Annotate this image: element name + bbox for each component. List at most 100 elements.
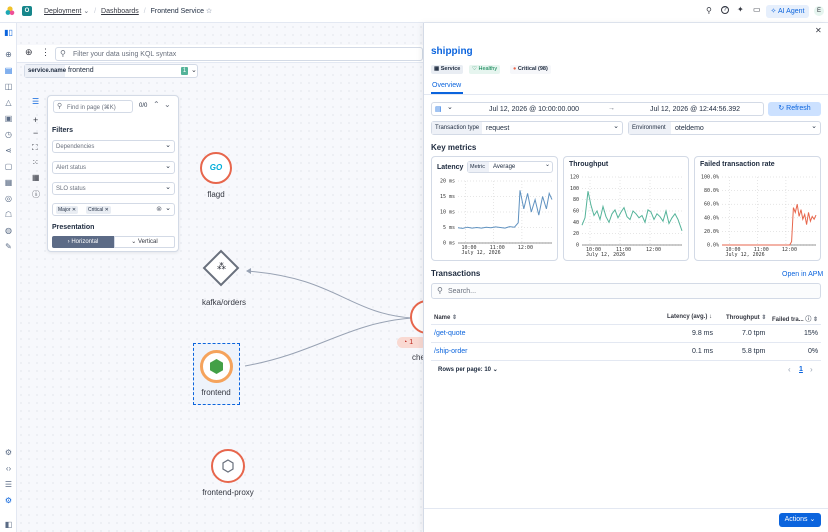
- proxy-icon: [222, 459, 234, 473]
- critical-badge: ● Critical (98): [510, 65, 551, 74]
- cases-icon[interactable]: ▣: [4, 114, 13, 123]
- storage-icon[interactable]: ◎: [4, 194, 13, 203]
- sort-icon: ⇕: [452, 315, 458, 321]
- y-tick-label: 100: [570, 186, 579, 192]
- service-map-canvas[interactable]: ⊕ ⋮ ⚲ Filter your data using KQL syntax …: [17, 23, 444, 532]
- series-line: [457, 190, 553, 229]
- y-tick-label: 120: [570, 175, 579, 181]
- close-icon[interactable]: ✕: [815, 26, 822, 35]
- add-icon[interactable]: ⊕: [4, 50, 13, 59]
- slo-icon[interactable]: ◷: [4, 130, 13, 139]
- key-metrics-title: Key metrics: [431, 143, 477, 152]
- x-tick-sublabel: July 12, 2026: [462, 250, 501, 256]
- next-page-icon[interactable]: ›: [810, 365, 813, 374]
- sort-icon: ⇕: [761, 315, 767, 321]
- discover-icon[interactable]: ▤: [4, 66, 13, 75]
- rows-per-page[interactable]: Rows per page: 10 ⌄: [438, 366, 498, 373]
- end-date[interactable]: Jul 12, 2026 @ 12:44:56.392: [650, 106, 740, 113]
- latency-chart-panel: Latency Metric Average ⌄ 20 ms 15 ms 10 ms…: [431, 156, 558, 261]
- tab-overview[interactable]: Overview: [432, 82, 461, 89]
- breadcrumb-frontend-service: Frontend Service: [150, 8, 204, 15]
- transaction-failed: 15%: [804, 330, 819, 337]
- code-icon[interactable]: ‹›: [4, 464, 13, 473]
- col-latency[interactable]: Latency (avg.) ↓: [667, 314, 712, 320]
- node-label-flagd: flagd: [207, 190, 225, 199]
- star-icon[interactable]: ☆: [206, 8, 212, 15]
- service-icon: ▦: [434, 66, 440, 72]
- transactions-search-input[interactable]: ⚲ Search...: [431, 283, 821, 299]
- y-tick-label: 40.0%: [704, 215, 719, 221]
- y-tick-label: 80: [573, 197, 579, 203]
- metric-select[interactable]: Metric Average ⌄: [467, 161, 553, 173]
- share-icon[interactable]: ⋖: [4, 146, 13, 155]
- throughput-chart-panel: Throughput 120 100 80 60 40 20 0 10:00 11:00 12:0…: [563, 156, 689, 261]
- elastic-logo[interactable]: [5, 6, 15, 16]
- y-tick-label: 60: [573, 209, 579, 215]
- col-failed[interactable]: Failed tra... ⓘ ⇕: [772, 314, 818, 323]
- node-label-frontend: frontend: [201, 388, 231, 397]
- node-frontend-proxy[interactable]: [211, 449, 245, 483]
- calendar-icon[interactable]: ▤: [435, 105, 442, 113]
- chevron-down-icon: ⌄: [613, 123, 619, 130]
- breadcrumb-deployment[interactable]: Deployment: [44, 8, 81, 15]
- transaction-name[interactable]: /ship-order: [434, 348, 467, 355]
- y-tick-label: 20: [573, 231, 579, 237]
- ai-agent-button[interactable]: ✧ AI Agent: [766, 5, 809, 18]
- database-icon[interactable]: ☰: [4, 480, 13, 489]
- alert-icon[interactable]: △: [4, 98, 13, 107]
- chevron-down-icon[interactable]: ⌄: [447, 103, 453, 111]
- globe-icon[interactable]: ◍: [4, 226, 13, 235]
- gauge-icon: ◔: [403, 339, 408, 346]
- news-icon[interactable]: ✦: [737, 5, 744, 14]
- user-avatar[interactable]: E: [814, 6, 824, 16]
- transaction-throughput: 5.8 tpm: [742, 348, 766, 355]
- col-name[interactable]: Name ⇕: [434, 314, 457, 321]
- sort-icon: ⇕: [813, 317, 819, 323]
- transaction-type-select[interactable]: Transaction type request ⌄: [431, 121, 623, 135]
- apps-icon[interactable]: ▦: [4, 178, 13, 187]
- help-icon[interactable]: ?: [721, 6, 729, 14]
- dashboard-app-icon[interactable]: ▮▯: [4, 28, 13, 37]
- search-icon[interactable]: ⚲: [706, 6, 712, 15]
- chevron-down-icon[interactable]: ⌄: [83, 8, 89, 15]
- series-line: [722, 204, 817, 246]
- y-tick-label: 15 ms: [440, 194, 455, 200]
- open-in-apm-link[interactable]: Open in APM: [782, 271, 823, 278]
- wrench-icon[interactable]: ✎: [4, 242, 13, 251]
- infra-icon[interactable]: ▢: [4, 162, 13, 171]
- breadcrumb-dashboards[interactable]: Dashboards: [101, 8, 139, 15]
- node-frontend[interactable]: [200, 350, 233, 383]
- failed-rate-chart: 100.0%80.0%60.0%40.0%20.0%0.0%10:00 11:00…: [701, 175, 817, 258]
- layers-icon[interactable]: ◫: [4, 82, 13, 91]
- page-number[interactable]: 1: [799, 366, 803, 373]
- transaction-throughput: 7.0 tpm: [742, 330, 766, 337]
- chat-icon[interactable]: ▭: [753, 5, 761, 14]
- y-tick-label: 20.0%: [704, 229, 719, 235]
- refresh-button[interactable]: ↻ Refresh: [768, 102, 821, 116]
- transaction-latency: 9.8 ms: [692, 330, 714, 337]
- nodejs-icon: [210, 359, 223, 374]
- environment-select[interactable]: Environment oteldemo ⌄: [628, 121, 821, 135]
- start-date[interactable]: Jul 12, 2026 @ 10:00:00.000: [489, 106, 579, 113]
- transaction-failed: 0%: [808, 348, 819, 355]
- node-flagd[interactable]: GO: [200, 152, 232, 184]
- x-tick-label: 12:00: [782, 247, 797, 253]
- chevron-down-icon: ⌄: [492, 367, 498, 373]
- col-throughput[interactable]: Throughput ⇕: [726, 314, 766, 321]
- top-bar: O Deployment ⌄ / Dashboards / Frontend S…: [0, 0, 828, 23]
- robot-icon[interactable]: ☖: [4, 210, 13, 219]
- chevron-down-icon: ⌄: [811, 123, 817, 130]
- actions-button[interactable]: Actions ⌄: [779, 513, 821, 527]
- y-tick-label: 20 ms: [440, 179, 455, 185]
- y-tick-label: 0: [576, 243, 579, 249]
- go-icon: GO: [209, 163, 223, 172]
- settings-icon[interactable]: ⚙: [4, 448, 13, 457]
- transaction-name[interactable]: /get-quote: [434, 330, 466, 337]
- space-avatar[interactable]: O: [22, 6, 32, 16]
- chevron-down-icon: ⌄: [809, 516, 816, 523]
- prev-page-icon[interactable]: ‹: [788, 365, 791, 374]
- service-flyout: ✕ shipping ▦ Service ♡ Healthy ● Critica…: [423, 23, 828, 532]
- collapse-nav-icon[interactable]: ◧: [4, 520, 13, 529]
- y-tick-label: 0.0%: [707, 243, 719, 249]
- management-icon[interactable]: ⚙: [4, 496, 13, 505]
